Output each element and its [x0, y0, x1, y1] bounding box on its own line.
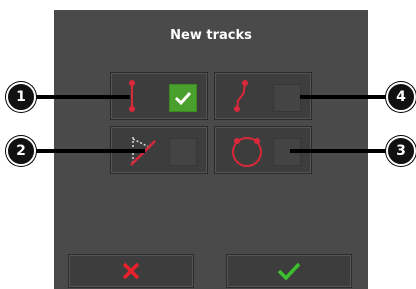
dialog-title: New tracks — [170, 28, 252, 43]
option-curve-track[interactable] — [214, 72, 312, 120]
cancel-x-icon — [122, 262, 140, 280]
callout-badge-3: 3 — [386, 136, 416, 166]
checkmark-icon — [174, 91, 192, 106]
straight-track-checkbox[interactable] — [169, 84, 197, 112]
confirm-check-icon — [277, 262, 301, 281]
callout-line-2 — [30, 149, 145, 153]
cancel-button[interactable] — [68, 254, 194, 288]
angle-track-checkbox[interactable] — [169, 138, 197, 166]
callout-badge-2: 2 — [6, 136, 36, 166]
callout-line-1 — [30, 95, 130, 99]
circle-track-icon — [232, 137, 262, 167]
curve-track-checkbox[interactable] — [273, 84, 301, 112]
curve-track-icon — [234, 80, 248, 112]
callout-badge-4: 4 — [386, 82, 416, 112]
confirm-button[interactable] — [226, 254, 352, 288]
callout-badge-1: 1 — [6, 82, 36, 112]
